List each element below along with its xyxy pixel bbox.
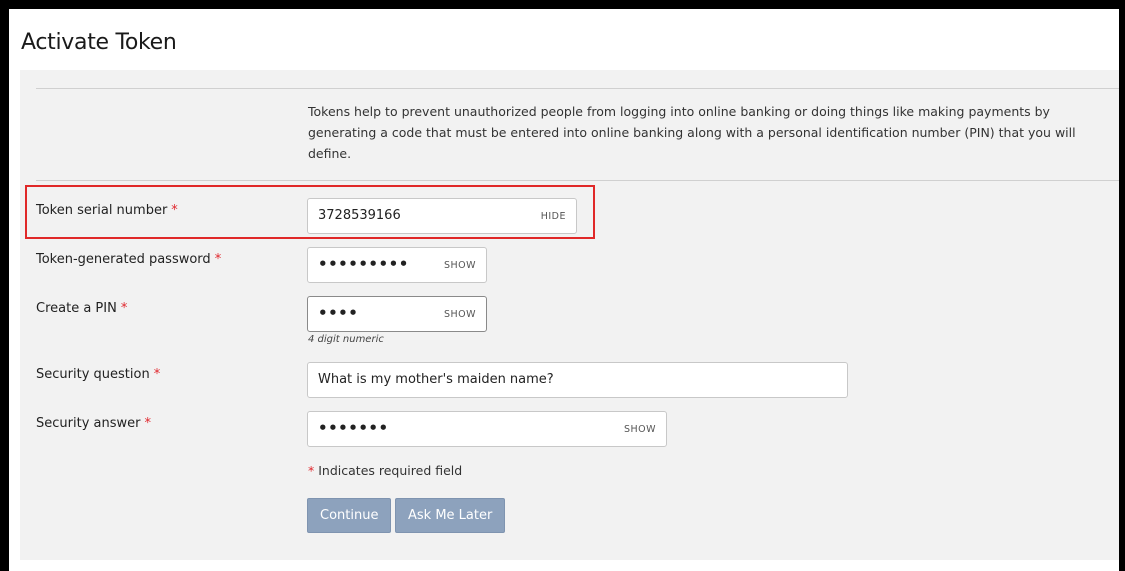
- required-marker: *: [214, 252, 222, 267]
- screenshot-frame-right: [1119, 0, 1125, 571]
- token-password-label-text: Token-generated password: [36, 252, 211, 267]
- token-password-value: •••••••••: [318, 255, 409, 273]
- pin-hint: 4 digit numeric: [308, 334, 384, 345]
- token-password-label: Token-generated password *: [36, 252, 221, 267]
- pin-value: ••••: [318, 304, 359, 322]
- security-answer-show-toggle[interactable]: SHOW: [624, 424, 656, 435]
- intro-text: Tokens help to prevent unauthorized peop…: [308, 104, 1076, 161]
- security-answer-label-text: Security answer: [36, 416, 141, 431]
- required-marker: *: [120, 301, 128, 316]
- security-question-label: Security question *: [36, 367, 160, 382]
- security-answer-input[interactable]: ••••••• SHOW: [307, 411, 667, 447]
- pin-show-toggle[interactable]: SHOW: [444, 309, 476, 320]
- required-marker: *: [153, 367, 161, 382]
- security-question-label-text: Security question: [36, 367, 150, 382]
- screenshot-frame-top: [0, 0, 1125, 9]
- top-divider: [36, 88, 1119, 89]
- page-title: Activate Token: [21, 30, 177, 55]
- security-answer-label: Security answer *: [36, 416, 151, 431]
- required-field-note: * Indicates required field: [308, 463, 462, 478]
- security-answer-value: •••••••: [318, 419, 389, 437]
- annotation-highlight-box: [25, 185, 595, 239]
- intro-divider: [36, 180, 1119, 181]
- pin-label: Create a PIN *: [36, 301, 127, 316]
- pin-input[interactable]: •••• SHOW: [307, 296, 487, 332]
- token-password-input[interactable]: ••••••••• SHOW: [307, 247, 487, 283]
- security-question-value: What is my mother's maiden name?: [318, 372, 554, 387]
- token-password-show-toggle[interactable]: SHOW: [444, 260, 476, 271]
- continue-button[interactable]: Continue: [307, 498, 392, 533]
- security-question-input[interactable]: What is my mother's maiden name?: [307, 362, 848, 398]
- screenshot-frame-left: [0, 0, 9, 571]
- required-note-text: Indicates required field: [318, 463, 463, 478]
- required-marker: *: [144, 416, 151, 431]
- required-marker: *: [308, 463, 315, 478]
- ask-me-later-button[interactable]: Ask Me Later: [395, 498, 506, 533]
- pin-label-text: Create a PIN: [36, 301, 117, 316]
